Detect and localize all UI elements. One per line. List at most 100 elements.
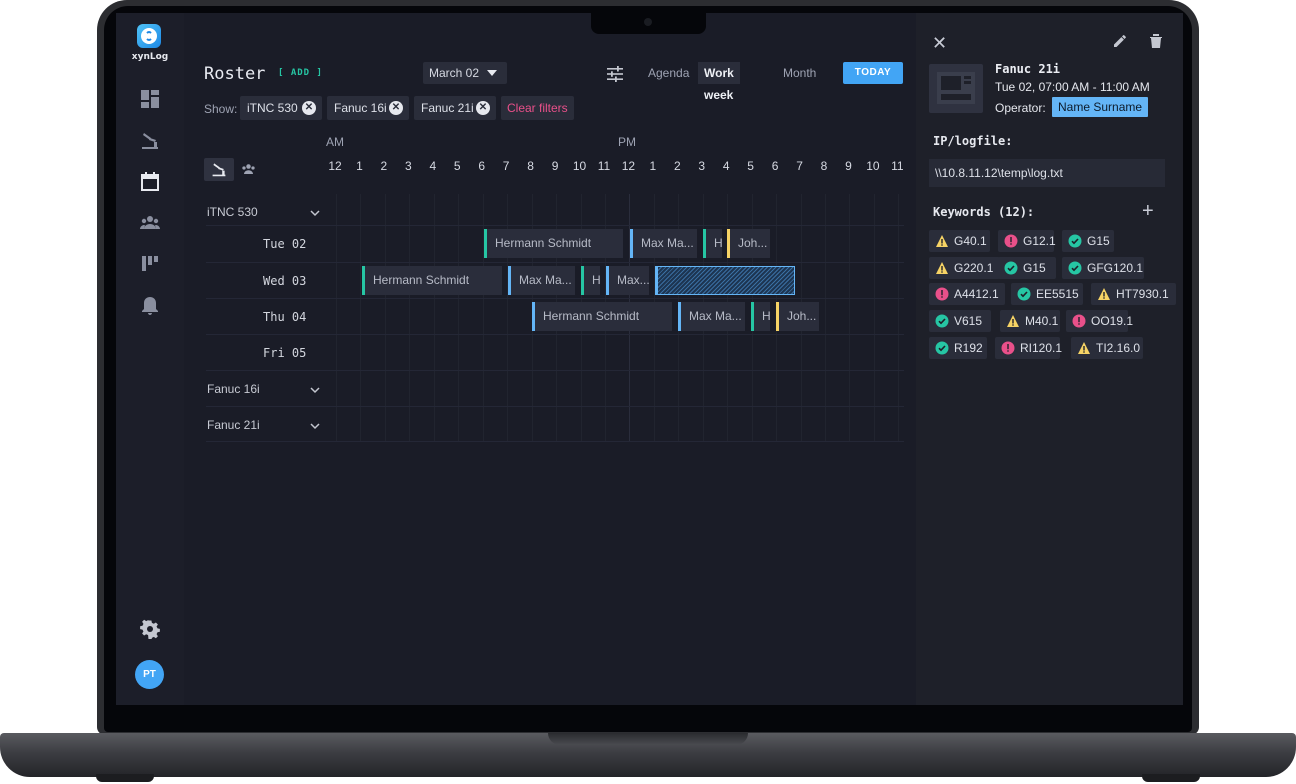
event-block[interactable]: Hermann Schmidt <box>532 302 672 331</box>
keyword-chip[interactable]: G220.1 <box>929 256 1000 279</box>
keyword-chip[interactable]: G12.1 <box>998 230 1056 252</box>
row-label-fri: Fri 05 <box>263 346 307 360</box>
close-icon[interactable]: ✕ <box>932 33 947 54</box>
chevron-down-icon[interactable] <box>310 421 320 431</box>
people-icon <box>242 164 255 174</box>
machine-image-icon <box>937 72 975 104</box>
keyword-label: TI2.16.0 <box>1096 340 1141 355</box>
event-block[interactable]: Joh... <box>727 229 770 258</box>
gear-icon[interactable] <box>140 619 160 639</box>
tab-month[interactable]: Month <box>777 62 822 84</box>
keyword-chip[interactable]: G15 <box>998 256 1056 279</box>
event-block[interactable]: Max Ma... <box>678 302 745 331</box>
keyword-chip[interactable]: OO19.1 <box>1066 310 1133 333</box>
hour-label: 1 <box>356 159 363 173</box>
people-icon[interactable] <box>140 213 160 233</box>
machine-thumbnail <box>929 64 983 113</box>
today-button[interactable]: TODAY <box>843 62 903 84</box>
keyword-chip[interactable]: EE5515 <box>1011 283 1083 306</box>
dashboard-icon[interactable] <box>140 89 160 109</box>
add-button[interactable]: [ ADD ] <box>278 68 323 78</box>
event-block[interactable]: Hermann Schmidt <box>362 266 502 295</box>
hour-label: 4 <box>429 159 437 173</box>
hour-label: 7 <box>796 159 803 173</box>
chevron-down-icon[interactable] <box>310 208 320 218</box>
filter-chip: Fanuc 21i ✕ <box>414 96 496 120</box>
machine-icon[interactable] <box>140 130 160 150</box>
row-label-wed: Wed 03 <box>263 274 307 288</box>
clear-filters-button[interactable]: Clear filters <box>501 96 574 120</box>
bell-icon[interactable] <box>140 296 160 316</box>
keyword-chip[interactable]: HT7930.1 <box>1091 283 1176 306</box>
grid-line <box>409 194 411 442</box>
row-divider <box>206 370 904 371</box>
event-block[interactable]: H <box>581 266 600 295</box>
keyword-chip[interactable]: V615 <box>929 310 991 333</box>
people-view-toggle[interactable] <box>238 158 260 181</box>
machine-name: Fanuc 21i <box>995 62 1061 76</box>
keyword-label: G40.1 <box>954 234 987 248</box>
ip-logfile-field[interactable]: \\10.8.11.12\temp\log.txt <box>929 159 1165 187</box>
group-label-fanuc16i[interactable]: Fanuc 16i <box>207 382 260 396</box>
check-icon <box>1068 261 1082 275</box>
keyword-chip[interactable]: R192 <box>929 336 987 359</box>
grid-line <box>458 194 460 442</box>
edit-pencil-icon[interactable] <box>1112 33 1128 49</box>
filter-chip: Fanuc 16i ✕ <box>327 96 409 120</box>
error-icon <box>1072 314 1086 328</box>
date-select[interactable]: March 02 <box>423 62 507 84</box>
hour-label: 5 <box>453 159 461 173</box>
keyword-label: A4412.1 <box>954 287 999 302</box>
group-label-itnc530[interactable]: iTNC 530 <box>207 205 258 219</box>
event-block[interactable]: Max Ma... <box>630 229 697 258</box>
warning-icon <box>936 235 948 247</box>
selected-event-block[interactable] <box>655 266 795 295</box>
event-label: Joh... <box>787 309 817 323</box>
user-avatar[interactable]: PT <box>135 660 164 689</box>
chevron-down-icon[interactable] <box>310 385 320 395</box>
machine-view-toggle[interactable] <box>204 158 234 181</box>
event-block[interactable]: Max... <box>606 266 649 295</box>
row-label-tue: Tue 02 <box>263 237 307 251</box>
event-label: H <box>714 236 722 250</box>
event-block[interactable]: Joh... <box>776 302 819 331</box>
remove-chip-icon[interactable]: ✕ <box>389 101 403 115</box>
event-label: Max Ma... <box>519 273 572 287</box>
add-keyword-icon[interactable]: + <box>1142 200 1154 223</box>
keyword-chip[interactable]: TI2.16.0 <box>1071 336 1143 359</box>
keyword-chip[interactable]: M40.1 <box>1000 310 1060 333</box>
app-logo[interactable] <box>137 24 161 48</box>
keyword-chip[interactable]: GFG120.1 <box>1062 256 1144 279</box>
grid-line <box>825 194 826 442</box>
event-label: Hermann Schmidt <box>495 236 592 250</box>
operator-label: Operator: <box>995 101 1046 115</box>
keyword-chip[interactable]: G15 <box>1062 230 1114 252</box>
tab-agenda[interactable]: Agenda <box>642 62 695 84</box>
event-block[interactable]: H <box>751 302 770 331</box>
hour-label: 9 <box>845 159 852 173</box>
keyword-label: G15 <box>1023 260 1046 275</box>
keyword-label: OO19.1 <box>1091 314 1134 329</box>
keyword-label: R192 <box>954 340 983 355</box>
remove-chip-icon[interactable]: ✕ <box>302 101 316 115</box>
board-icon[interactable] <box>140 254 160 274</box>
keyword-label: GFG120.1 <box>1087 260 1144 275</box>
event-block[interactable]: H <box>703 229 722 258</box>
event-block[interactable]: Hermann Schmidt <box>484 229 623 258</box>
tab-work-week[interactable]: Work week <box>698 62 740 102</box>
group-label-fanuc21i[interactable]: Fanuc 21i <box>207 418 260 432</box>
keyword-label: HT7930.1 <box>1116 287 1169 302</box>
row-divider <box>206 225 904 226</box>
keyword-chip[interactable]: G40.1 <box>929 230 990 252</box>
keyword-chip[interactable]: RI120.1 <box>995 336 1062 359</box>
filter-settings-icon[interactable] <box>606 65 624 83</box>
remove-chip-icon[interactable]: ✕ <box>476 101 490 115</box>
event-block[interactable]: Max Ma... <box>508 266 575 295</box>
error-icon <box>1001 341 1015 355</box>
keyword-chip[interactable]: A4412.1 <box>929 283 1005 306</box>
operator-name-tag[interactable]: Name Surname <box>1052 97 1149 117</box>
hour-label: 8 <box>527 159 534 173</box>
calendar-icon[interactable] <box>140 171 160 191</box>
hour-label: 4 <box>722 159 730 173</box>
trash-icon[interactable] <box>1149 33 1163 49</box>
